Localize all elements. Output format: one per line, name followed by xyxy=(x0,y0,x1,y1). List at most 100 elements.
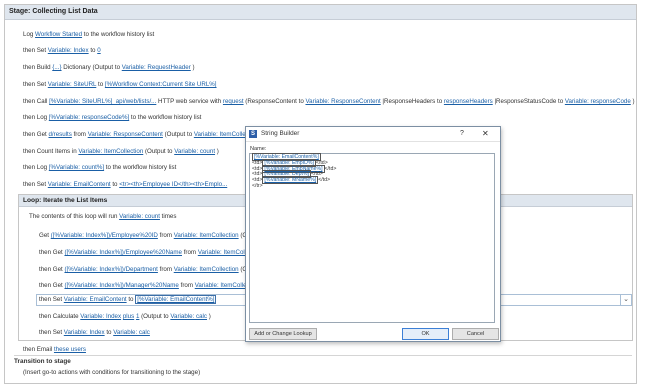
action-row[interactable]: Get ([%Variable: Index%])/Employee%20ID … xyxy=(39,231,251,240)
action-link[interactable]: Variable: SiteURL xyxy=(48,81,97,88)
action-row[interactable]: then Set Variable: Index to Variable: ca… xyxy=(39,328,150,337)
action-link[interactable]: <tr><th>Employee ID</th><th>Emplo... xyxy=(119,181,227,188)
close-icon[interactable]: ✕ xyxy=(482,127,489,141)
action-link[interactable]: ([%Variable: Index%])/Employee%20Name xyxy=(64,249,182,256)
action-text: (Output to xyxy=(162,131,194,138)
chevron-down-icon[interactable]: ⌄ xyxy=(620,295,631,305)
action-link[interactable]: 0 xyxy=(97,47,100,54)
action-link-selected[interactable]: [%Variable: EmailContent%] xyxy=(135,295,217,304)
action-link[interactable]: Variable: ItemCollection xyxy=(174,232,239,239)
action-row[interactable]: then Count Items in Variable: ItemCollec… xyxy=(23,147,219,156)
action-link[interactable]: Variable: RequestHeader xyxy=(122,64,191,71)
action-link[interactable]: responseHeaders xyxy=(444,98,493,105)
action-row[interactable]: then Get ([%Variable: Index%])/Employee%… xyxy=(39,248,253,257)
action-link[interactable]: d/results xyxy=(48,131,71,138)
action-link[interactable]: [%Variable: responseCode%] xyxy=(49,114,129,121)
action-text: to xyxy=(96,81,105,88)
add-lookup-button[interactable]: Add or Change Lookup xyxy=(249,328,317,340)
action-link[interactable]: [%Variable: count%] xyxy=(49,164,104,171)
action-text: to xyxy=(104,329,114,336)
action-text: (Output to xyxy=(139,313,171,320)
action-text: (ResponseContent to xyxy=(243,98,306,105)
action-text: to the workflow history list xyxy=(104,164,177,171)
action-text: to xyxy=(88,47,98,54)
action-row[interactable]: then Get ([%Variable: Index%])/Manager%2… xyxy=(39,281,250,290)
action-link[interactable]: Variable: calc xyxy=(113,329,150,336)
action-row[interactable]: then Get d/results from Variable: Respon… xyxy=(23,130,263,139)
string-text: </tr> xyxy=(252,182,263,189)
action-link[interactable]: Variable: responseCode xyxy=(565,98,631,105)
action-link[interactable]: Variable: count xyxy=(174,148,215,155)
action-text: from xyxy=(157,232,174,239)
lookup-token[interactable]: [%Variable: MName%] xyxy=(262,176,319,185)
action-link[interactable]: Variable: count xyxy=(119,213,160,220)
name-label: Name: xyxy=(250,146,267,152)
action-row[interactable]: then Log [%Variable: count%] to the work… xyxy=(23,163,176,172)
action-row[interactable]: then Set Variable: EmailContent to <tr><… xyxy=(23,180,227,189)
string-builder-dialog: S String Builder ? ✕ Name: [%Variable: E… xyxy=(245,126,501,342)
action-link[interactable]: Variable: ItemCollection xyxy=(78,148,143,155)
action-text: then Set xyxy=(23,81,48,88)
action-text: then Email xyxy=(23,346,54,353)
action-link[interactable]: Variable: ItemCollection xyxy=(174,266,239,273)
action-link[interactable]: Variable: Index xyxy=(48,47,89,54)
action-row[interactable]: then Build {...} Dictionary (Output to V… xyxy=(23,63,195,72)
action-link[interactable]: these users xyxy=(54,346,86,353)
action-link[interactable]: request xyxy=(223,98,244,105)
cancel-button[interactable]: Cancel xyxy=(452,328,499,340)
action-link[interactable]: [%Workflow Context:Current Site URL%] xyxy=(105,81,217,88)
string-text: </td> xyxy=(318,177,331,184)
action-text: Dictionary (Output to xyxy=(61,64,122,71)
action-text: ) xyxy=(630,98,635,105)
action-text: to xyxy=(126,296,136,303)
action-link[interactable]: Variable: ResponseContent xyxy=(305,98,380,105)
action-text: |ResponseStatusCode to xyxy=(492,98,565,105)
action-link[interactable]: Variable: EmailContent xyxy=(64,296,127,303)
action-text: HTTP web service with xyxy=(156,98,223,105)
action-link[interactable]: Variable: ResponseContent xyxy=(88,131,163,138)
action-text: ) xyxy=(215,148,219,155)
action-link[interactable]: Variable: EmailContent xyxy=(48,181,111,188)
action-text: times xyxy=(159,213,177,220)
action-text: then Count Items in xyxy=(23,148,79,155)
action-text: then Set xyxy=(39,329,64,336)
action-text: The contents of this loop will run xyxy=(29,213,120,220)
ok-button[interactable]: OK xyxy=(402,328,449,340)
action-text: then Get xyxy=(23,131,49,138)
action-link[interactable]: ([%Variable: Index%])/Manager%20Name xyxy=(64,282,178,289)
stage-header[interactable]: Stage: Collecting List Data xyxy=(5,5,636,20)
transition-text: (Insert go-to actions with conditions fo… xyxy=(23,369,201,376)
action-row[interactable]: then Get ([%Variable: Index%])/Departmen… xyxy=(39,265,251,274)
action-text: from xyxy=(157,266,174,273)
action-row[interactable]: then Set Variable: Index to 0 xyxy=(23,46,101,55)
action-link[interactable]: Variable: Index xyxy=(64,329,105,336)
action-link[interactable]: Variable: Index xyxy=(80,313,121,320)
action-text: then Calculate xyxy=(39,313,81,320)
action-text-group: then Set Variable: EmailContent to [%Var… xyxy=(39,295,217,305)
action-text: from xyxy=(71,131,88,138)
action-row[interactable]: then Email these users xyxy=(23,345,86,354)
action-text: then Set xyxy=(23,47,48,54)
action-link[interactable]: Workflow Started xyxy=(35,31,82,38)
action-text: from xyxy=(178,282,195,289)
string-line: </tr> xyxy=(252,182,492,190)
action-link[interactable]: plus xyxy=(123,313,134,320)
action-link[interactable]: ([%Variable: Index%])/Employee%20ID xyxy=(51,232,158,239)
action-row[interactable]: then Set Variable: SiteURL to [%Workflow… xyxy=(23,80,217,89)
action-text: then Get xyxy=(39,249,65,256)
action-text: to the workflow history list xyxy=(129,114,202,121)
action-row[interactable]: Log Workflow Started to the workflow his… xyxy=(23,30,154,39)
action-link[interactable]: [%Variable: SiteURL%]_api/web/lists/... xyxy=(49,98,156,105)
action-row[interactable]: then Log [%Variable: responseCode%] to t… xyxy=(23,113,201,122)
action-row[interactable]: then Calculate Variable: Index plus 1 (O… xyxy=(39,312,211,321)
action-link[interactable]: Variable: calc xyxy=(170,313,207,320)
action-text: (Output to xyxy=(143,148,175,155)
dialog-titlebar[interactable]: S String Builder ? ✕ xyxy=(246,127,500,142)
action-row[interactable]: then Call [%Variable: SiteURL%]_api/web/… xyxy=(23,97,635,106)
action-link[interactable]: Variable: ItemCollec xyxy=(195,282,250,289)
action-link[interactable]: ([%Variable: Index%])/Department xyxy=(64,266,157,273)
help-icon[interactable]: ? xyxy=(460,127,464,141)
action-link[interactable]: {...} xyxy=(52,64,61,71)
string-editor[interactable]: [%Variable: EmailContent%] <td> [%Variabl… xyxy=(249,153,495,323)
action-text: Log xyxy=(23,31,36,38)
